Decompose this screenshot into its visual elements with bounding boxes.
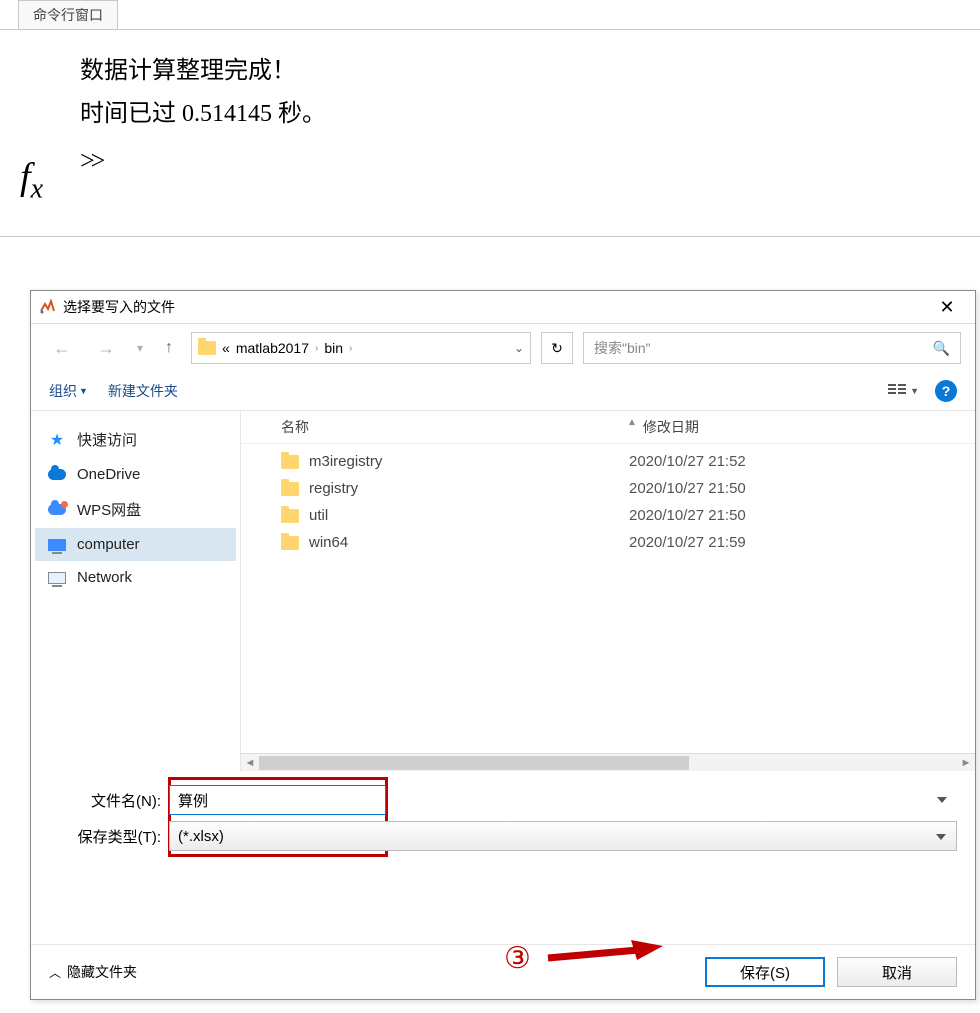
file-row[interactable]: win642020/10/27 21:59 [261,529,955,556]
dialog-footer: ︿ 隐藏文件夹 保存(S) 取消 [31,944,975,999]
monitor-icon [47,537,67,553]
cancel-button[interactable]: 取消 [837,957,957,987]
folder-icon [281,509,299,523]
col-name[interactable]: 名称 [281,417,621,437]
filename-input[interactable] [169,785,386,815]
address-bar-row: ← → ▾ ↑ « matlab2017 › bin › ⌄ ↻ 搜索"bin"… [31,324,975,372]
cloud-icon [47,467,67,483]
close-button[interactable]: ✕ [927,298,967,316]
history-dropdown[interactable]: ▾ [129,337,151,359]
navigation-pane: ★ 快速访问 OneDrive WPS网盘 computer Net [31,411,241,771]
organize-button[interactable]: 组织▼ [49,381,88,401]
breadcrumb-sep: « [222,340,230,356]
breadcrumb[interactable]: « matlab2017 › bin › ⌄ [191,332,531,364]
save-file-dialog: 选择要写入的文件 ✕ ← → ▾ ↑ « matlab2017 › bin › … [30,290,976,1000]
file-name: win64 [309,534,629,551]
dialog-title: 选择要写入的文件 [63,297,927,317]
nav-wps[interactable]: WPS网盘 [35,491,236,528]
filetype-label: 保存类型(T): [49,826,169,847]
hide-folders-toggle[interactable]: ︿ 隐藏文件夹 [49,962,137,982]
scroll-left-icon[interactable]: ◄ [241,757,259,769]
scroll-right-icon[interactable]: ► [957,757,975,769]
col-date[interactable]: 修改日期 [643,417,955,437]
file-list-pane: 名称 ▲ 修改日期 m3iregistry2020/10/27 21:52reg… [241,411,975,771]
horizontal-scrollbar[interactable]: ◄ ► [241,753,975,771]
filetype-select[interactable]: (*.xlsx) [169,821,957,851]
back-button[interactable]: ← [45,334,79,363]
network-icon [47,570,67,586]
nav-network[interactable]: Network [35,561,236,594]
up-button[interactable]: ↑ [157,335,181,361]
breadcrumb-parent[interactable]: matlab2017 [236,340,309,356]
file-date: 2020/10/27 21:59 [629,534,746,551]
file-row[interactable]: m3iregistry2020/10/27 21:52 [261,448,955,475]
file-name: registry [309,480,629,497]
filename-label: 文件名(N): [49,790,169,811]
command-window: 数据计算整理完成！ 时间已过 0.514145 秒。 fx >> [0,29,980,237]
file-row[interactable]: registry2020/10/27 21:50 [261,475,955,502]
save-button[interactable]: 保存(S) [705,957,825,987]
output-line-2: 时间已过 0.514145 秒。 [80,93,960,136]
output-line-1: 数据计算整理完成！ [80,50,960,93]
folder-icon [198,341,216,355]
matlab-icon [39,299,55,315]
fx-icon[interactable]: fx [20,155,43,206]
file-date: 2020/10/27 21:50 [629,507,746,524]
breadcrumb-dropdown[interactable]: ⌄ [514,341,524,355]
view-options-button[interactable]: ▼ [888,384,919,398]
chevron-right-icon: › [315,343,318,354]
nav-quick-access[interactable]: ★ 快速访问 [35,421,236,458]
chevron-right-icon: › [349,343,352,354]
search-placeholder: 搜索"bin" [594,338,651,358]
help-button[interactable]: ? [935,380,957,402]
breadcrumb-current[interactable]: bin [324,340,343,356]
folder-icon [281,482,299,496]
refresh-button[interactable]: ↻ [541,332,573,364]
star-icon: ★ [47,432,67,448]
folder-icon [281,455,299,469]
title-bar: 选择要写入的文件 ✕ [31,291,975,324]
file-date: 2020/10/27 21:52 [629,453,746,470]
file-date: 2020/10/27 21:50 [629,480,746,497]
file-list: m3iregistry2020/10/27 21:52registry2020/… [241,444,975,560]
form-area: 文件名(N): 保存类型(T): (*.xlsx) [31,771,975,871]
scrollbar-thumb[interactable] [259,756,689,770]
nav-computer[interactable]: computer [35,528,236,561]
file-row[interactable]: util2020/10/27 21:50 [261,502,955,529]
column-headers[interactable]: 名称 ▲ 修改日期 [241,411,975,444]
search-input[interactable]: 搜索"bin" 🔍 [583,332,961,364]
wps-cloud-icon [47,502,67,518]
sort-indicator: ▲ [621,417,643,437]
chevron-up-icon: ︿ [49,964,61,981]
search-icon: 🔍 [933,340,950,357]
command-window-tab[interactable]: 命令行窗口 [18,0,118,29]
toolbar: 组织▼ 新建文件夹 ▼ ? [31,372,975,411]
new-folder-button[interactable]: 新建文件夹 [108,381,178,401]
file-name: m3iregistry [309,453,629,470]
folder-icon [281,536,299,550]
file-name: util [309,507,629,524]
forward-button[interactable]: → [89,334,123,363]
nav-onedrive[interactable]: OneDrive [35,458,236,491]
prompt[interactable]: >> [80,146,960,176]
